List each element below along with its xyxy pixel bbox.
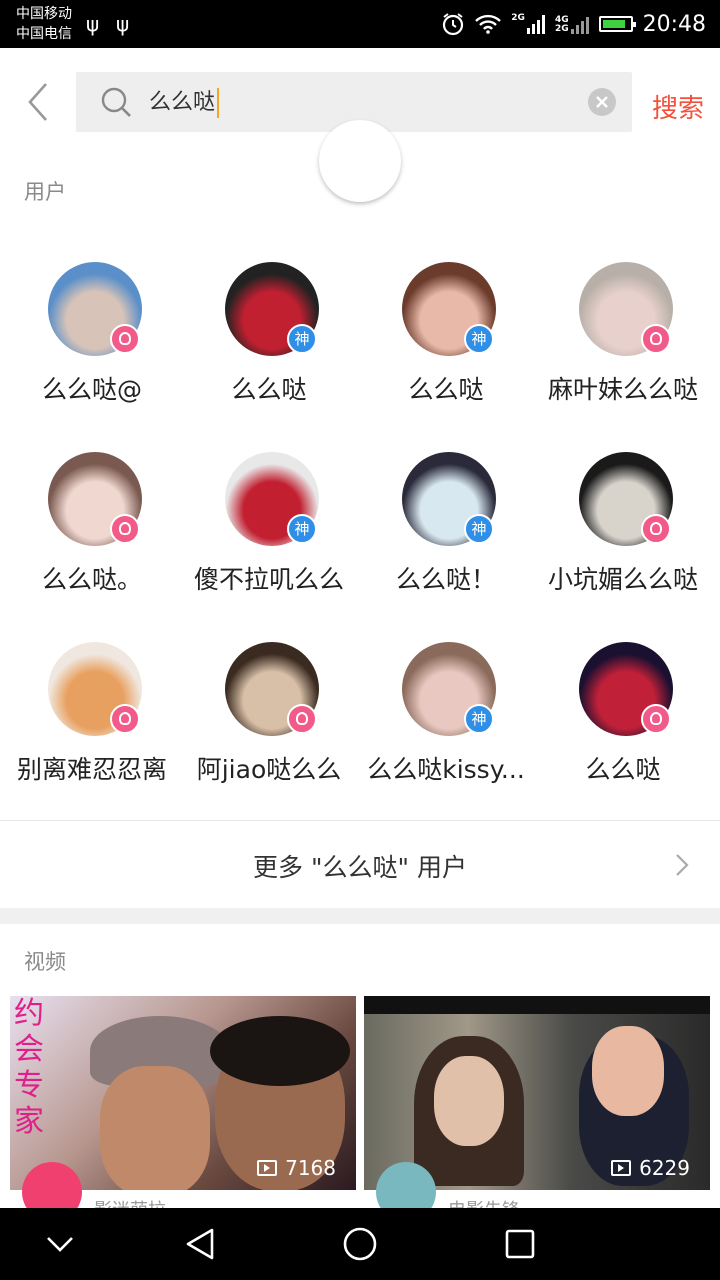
- user-item[interactable]: 神么么哒！: [356, 430, 536, 620]
- alarm-icon: [443, 13, 464, 36]
- female-badge-icon: [641, 324, 671, 354]
- search-query-text: 么么哒: [149, 90, 216, 115]
- back-arrow-icon[interactable]: [22, 78, 58, 126]
- user-name: 么么哒！: [395, 565, 496, 594]
- user-name: 么么哒: [585, 755, 661, 784]
- female-badge-icon: [641, 514, 671, 544]
- search-input[interactable]: 么么哒: [149, 88, 220, 118]
- user-item[interactable]: 麻叶妹么么哒: [533, 240, 713, 430]
- video-thumbnail-figure: [592, 1026, 664, 1116]
- user-name: 么么哒: [408, 375, 484, 404]
- play-count: 6229: [611, 1156, 690, 1180]
- text-cursor: [217, 88, 220, 118]
- play-icon: [257, 1160, 278, 1176]
- search-icon: [101, 87, 131, 117]
- user-name: 傻不拉叽么么: [193, 565, 344, 594]
- verified-god-badge-icon: 神: [287, 324, 317, 354]
- user-name: 么么哒: [231, 375, 307, 404]
- video-card[interactable]: 约 会 专 家 7168: [10, 996, 356, 1190]
- carrier-info: 中国移动 中国电信: [16, 4, 72, 44]
- user-name: 别离难忍忍离: [16, 755, 167, 784]
- recent-square-icon[interactable]: [504, 1228, 536, 1260]
- chevron-down-icon[interactable]: [44, 1232, 76, 1256]
- female-badge-icon: [641, 704, 671, 734]
- user-name: 么么哒。: [41, 565, 142, 594]
- videos-section-title: 视频: [24, 950, 66, 974]
- divider: [0, 820, 720, 821]
- video-thumbnail-figure: [100, 1066, 210, 1190]
- usb-icon: ψ: [86, 12, 100, 36]
- section-gap: [0, 908, 720, 924]
- female-badge-icon: [110, 514, 140, 544]
- user-item[interactable]: 么么哒@: [2, 240, 182, 430]
- female-badge-icon: [287, 704, 317, 734]
- user-name: 麻叶妹么么哒: [547, 375, 698, 404]
- carrier-1: 中国移动: [16, 6, 72, 22]
- usb-icon: ψ: [116, 12, 130, 36]
- user-item[interactable]: 么么哒: [533, 620, 713, 810]
- user-name: 阿jiao哒么么: [196, 755, 342, 784]
- verified-god-badge-icon: 神: [464, 704, 494, 734]
- female-badge-icon: [110, 324, 140, 354]
- user-item[interactable]: 神傻不拉叽么么: [179, 430, 359, 620]
- user-item[interactable]: 阿jiao哒么么: [179, 620, 359, 810]
- video-card[interactable]: 6229: [364, 996, 710, 1190]
- battery-icon: [598, 16, 636, 32]
- user-item[interactable]: 么么哒。: [2, 430, 182, 620]
- chevron-right-icon: [676, 854, 689, 876]
- user-name: 小坑媚么么哒: [547, 565, 698, 594]
- user-item[interactable]: 神么么哒: [179, 240, 359, 430]
- video-overlay-text: 约 会 专 家: [14, 996, 44, 1139]
- video-thumbnail-figure: [210, 1016, 350, 1086]
- search-button[interactable]: 搜索: [652, 88, 704, 125]
- wifi-icon: [475, 14, 502, 34]
- system-nav-bar: [0, 1208, 720, 1280]
- more-users-link[interactable]: 更多 "么么哒" 用户: [0, 822, 720, 908]
- more-users-label: 更多 "么么哒" 用户: [253, 853, 467, 882]
- clock: 20:48: [642, 11, 706, 37]
- signal-1: 2G: [511, 14, 545, 34]
- user-item[interactable]: 别离难忍忍离: [2, 620, 182, 810]
- play-icon: [611, 1160, 632, 1176]
- user-item[interactable]: 神么么哒kissy...: [356, 620, 536, 810]
- back-triangle-icon[interactable]: [182, 1226, 218, 1262]
- video-thumbnail-figure: [434, 1056, 504, 1146]
- carrier-2: 中国电信: [16, 26, 72, 42]
- user-name: 么么哒@: [41, 375, 142, 404]
- refresh-indicator: [319, 120, 401, 202]
- status-bar: 中国移动 中国电信 ψ ψ 2G 4G 2G 20:48: [0, 0, 720, 48]
- verified-god-badge-icon: 神: [287, 514, 317, 544]
- clear-icon[interactable]: [588, 88, 616, 116]
- home-circle-icon[interactable]: [342, 1226, 378, 1262]
- user-item[interactable]: 神么么哒: [356, 240, 536, 430]
- user-name: 么么哒kissy...: [367, 755, 525, 784]
- users-section-title: 用户: [24, 180, 66, 204]
- signal-2: 4G 2G: [555, 14, 589, 34]
- verified-god-badge-icon: 神: [464, 324, 494, 354]
- user-item[interactable]: 小坑媚么么哒: [533, 430, 713, 620]
- play-count: 7168: [257, 1156, 336, 1180]
- verified-god-badge-icon: 神: [464, 514, 494, 544]
- female-badge-icon: [110, 704, 140, 734]
